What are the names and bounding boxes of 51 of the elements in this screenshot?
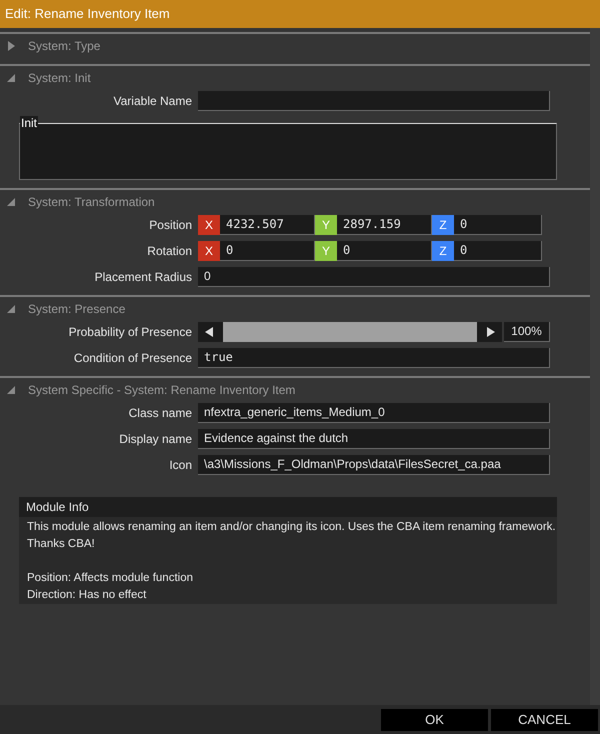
section-header[interactable]: System: Type bbox=[28, 37, 100, 55]
percent-field: 100% bbox=[504, 322, 550, 342]
window-title: Edit: Rename Inventory Item bbox=[0, 0, 600, 28]
axis-label: Y bbox=[315, 240, 337, 260]
section-header[interactable]: System Specific - System: Rename Inventory Item bbox=[28, 381, 296, 399]
collapse-triangle-icon[interactable] bbox=[6, 304, 16, 314]
info-text: Position: Affects module function bbox=[27, 571, 194, 586]
dialog-button[interactable]: OK bbox=[381, 708, 488, 730]
arrow-right-button[interactable] bbox=[480, 322, 502, 342]
input-field[interactable]: 0 bbox=[220, 240, 315, 260]
info-text: Direction: Has no effect bbox=[27, 588, 148, 603]
init-label: Init bbox=[20, 116, 38, 130]
input-field[interactable]: nfextra_generic_items_Medium_0 bbox=[198, 402, 550, 422]
input-field[interactable]: 4232.507 bbox=[220, 214, 315, 234]
right-triangle-icon bbox=[487, 326, 495, 336]
collapse-triangle-icon[interactable] bbox=[6, 385, 16, 395]
input-field[interactable] bbox=[198, 90, 550, 110]
axis-label: Z bbox=[432, 240, 454, 260]
collapse-triangle-icon[interactable] bbox=[6, 197, 16, 207]
dialog-button[interactable]: CANCEL bbox=[491, 708, 598, 730]
input-field[interactable]: 0 bbox=[198, 266, 550, 286]
field-label: Icon bbox=[168, 456, 193, 474]
field-label: Placement Radius bbox=[94, 268, 193, 286]
section-header[interactable]: System: Presence bbox=[28, 300, 126, 318]
input-field[interactable]: true bbox=[198, 348, 550, 368]
input-field[interactable]: 0 bbox=[337, 240, 432, 260]
arrow-left-button[interactable] bbox=[198, 322, 220, 342]
axis-label: X bbox=[198, 240, 220, 260]
field-label: Probability of Presence bbox=[68, 324, 193, 340]
field-label: Variable Name bbox=[112, 92, 193, 110]
left-triangle-icon bbox=[205, 326, 213, 336]
module-info-header: Module Info bbox=[19, 497, 557, 517]
input-field[interactable]: Evidence against the dutch bbox=[198, 428, 550, 448]
section-header[interactable]: System: Transformation bbox=[28, 193, 155, 211]
axis-label: Z bbox=[432, 214, 454, 234]
field-label: Display name bbox=[118, 430, 193, 448]
info-text: Thanks CBA! bbox=[27, 537, 96, 552]
section-header[interactable]: System: Init bbox=[28, 69, 91, 87]
field-label: Position bbox=[148, 216, 193, 234]
collapse-triangle-icon[interactable] bbox=[6, 73, 16, 83]
axis-label: Y bbox=[315, 214, 337, 234]
expand-triangle-icon[interactable] bbox=[6, 41, 16, 51]
input-field[interactable]: 2897.159 bbox=[337, 214, 432, 234]
input-field[interactable]: \a3\Missions_F_Oldman\Props\data\FilesSecret_ca.paa bbox=[198, 454, 550, 474]
field-label: Rotation bbox=[146, 242, 193, 260]
field-label: Class name bbox=[128, 404, 193, 422]
input-field[interactable]: 0 bbox=[454, 240, 542, 260]
axis-label: X bbox=[198, 214, 220, 234]
input-field[interactable]: 0 bbox=[454, 214, 542, 234]
field-label: Condition of Presence bbox=[72, 350, 193, 366]
info-text: This module allows renaming an item and/or changing its icon. Uses the CBA item renaming framework. bbox=[27, 520, 556, 535]
